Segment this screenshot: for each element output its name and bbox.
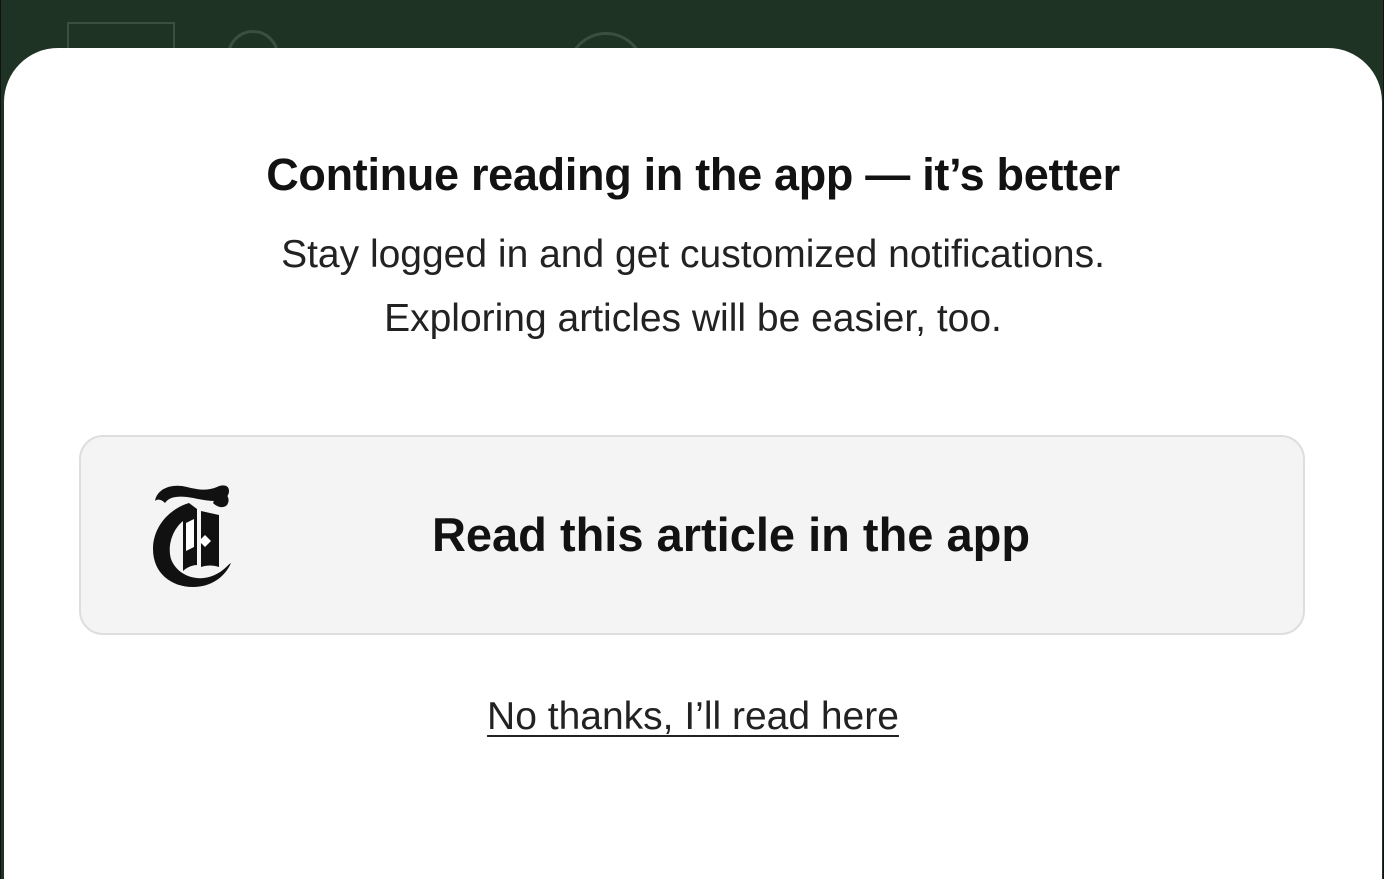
app-banner-screen: Continue reading in the app — it’s bette…: [0, 0, 1384, 879]
modal-title: Continue reading in the app — it’s bette…: [266, 149, 1120, 200]
no-thanks-link[interactable]: No thanks, I’ll read here: [487, 695, 899, 738]
read-in-app-label: Read this article in the app: [431, 508, 1031, 561]
modal-subtitle-line-1: Stay logged in and get customized notifi…: [281, 233, 1105, 276]
dismiss-container: No thanks, I’ll read here: [1, 690, 1383, 752]
read-in-app-button[interactable]: Read this article in the app: [79, 435, 1305, 635]
modal-subtitle-line-2: Exploring articles will be easier, too.: [384, 297, 1002, 340]
